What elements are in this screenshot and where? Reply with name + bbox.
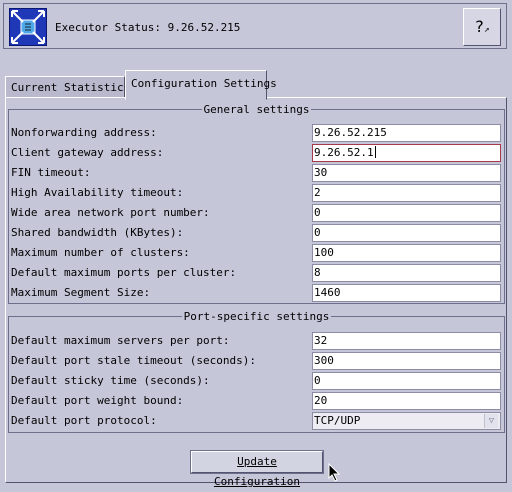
setting-label: FIN timeout: (11, 166, 91, 179)
nonforwarding-address-input[interactable]: 9.26.52.215 (312, 124, 501, 142)
port-settings-legend: Port-specific settings (183, 310, 330, 323)
port-weight-bound-input[interactable]: 20 (312, 392, 501, 410)
setting-label: Default sticky time (seconds): (11, 374, 210, 387)
wan-port-number-input[interactable]: 0 (312, 204, 501, 222)
max-segment-size-input[interactable]: 1460 (312, 284, 501, 302)
general-settings-legend: General settings (203, 103, 310, 116)
triangle-down-icon[interactable]: ▽ (484, 414, 498, 428)
setting-row-max-servers: Default maximum servers per port: 32 (11, 332, 504, 350)
mouse-pointer-icon (328, 463, 341, 482)
setting-row-client-gateway: Client gateway address: 9.26.52.1 (11, 144, 504, 162)
tab-configuration-settings[interactable]: Configuration Settings (125, 70, 277, 100)
max-servers-per-port-input[interactable]: 32 (312, 332, 501, 350)
update-configuration-button[interactable]: Update Configuration (190, 450, 324, 488)
high-availability-timeout-input[interactable]: 2 (312, 184, 501, 202)
update-button-label: Update Configuration (213, 455, 301, 488)
executor-status-title: Executor Status: 9.26.52.215 (55, 21, 241, 34)
port-protocol-select[interactable]: TCP/UDP ▽ (312, 412, 501, 430)
tab-current-statistics[interactable]: Current Statistics (5, 76, 130, 98)
setting-row-ha-timeout: High Availability timeout: 2 (11, 184, 504, 202)
setting-row-nonforwarding-address: Nonforwarding address: 9.26.52.215 (11, 124, 504, 142)
setting-label: Maximum number of clusters: (11, 246, 190, 259)
shared-bandwidth-input[interactable]: 0 (312, 224, 501, 242)
setting-row-sticky-time: Default sticky time (seconds): 0 (11, 372, 504, 390)
fin-timeout-input[interactable]: 30 (312, 164, 501, 182)
setting-label: Nonforwarding address: (11, 126, 157, 139)
setting-label: High Availability timeout: (11, 186, 184, 199)
client-gateway-address-input[interactable]: 9.26.52.1 (312, 144, 501, 162)
setting-row-max-clusters: Maximum number of clusters: 100 (11, 244, 504, 262)
setting-row-weight-bound: Default port weight bound: 20 (11, 392, 504, 410)
setting-label: Default port stale timeout (seconds): (11, 354, 257, 367)
text-cursor (374, 146, 376, 158)
setting-row-port-protocol: Default port protocol: TCP/UDP ▽ (11, 412, 504, 430)
window-header: Executor Status: 9.26.52.215 ?↗ (3, 3, 507, 49)
setting-row-fin-timeout: FIN timeout: 30 (11, 164, 504, 182)
max-ports-per-cluster-input[interactable]: 8 (312, 264, 501, 282)
setting-row-max-ports: Default maximum ports per cluster: 8 (11, 264, 504, 282)
setting-row-max-segment-size: Maximum Segment Size: 1460 (11, 284, 504, 302)
help-button[interactable]: ?↗ (463, 8, 501, 46)
sticky-time-input[interactable]: 0 (312, 372, 501, 390)
field-value: 9.26.52.1 (314, 146, 374, 159)
setting-label: Default maximum servers per port: (11, 334, 230, 347)
max-clusters-input[interactable]: 100 (312, 244, 501, 262)
network-dispatcher-icon (9, 8, 47, 46)
setting-label: Client gateway address: (11, 146, 164, 159)
setting-label: Wide area network port number: (11, 206, 210, 219)
setting-label: Default maximum ports per cluster: (11, 266, 237, 279)
port-stale-timeout-input[interactable]: 300 (312, 352, 501, 370)
setting-label: Maximum Segment Size: (11, 286, 151, 299)
setting-row-stale-timeout: Default port stale timeout (seconds): 30… (11, 352, 504, 370)
setting-label: Default port weight bound: (11, 394, 184, 407)
setting-row-shared-bandwidth: Shared bandwidth (KBytes): 0 (11, 224, 504, 242)
setting-label: Shared bandwidth (KBytes): (11, 226, 184, 239)
setting-row-wan-port: Wide area network port number: 0 (11, 204, 504, 222)
help-pointer-icon: ? (474, 17, 485, 36)
selected-protocol: TCP/UDP (314, 414, 361, 427)
setting-label: Default port protocol: (11, 414, 157, 427)
